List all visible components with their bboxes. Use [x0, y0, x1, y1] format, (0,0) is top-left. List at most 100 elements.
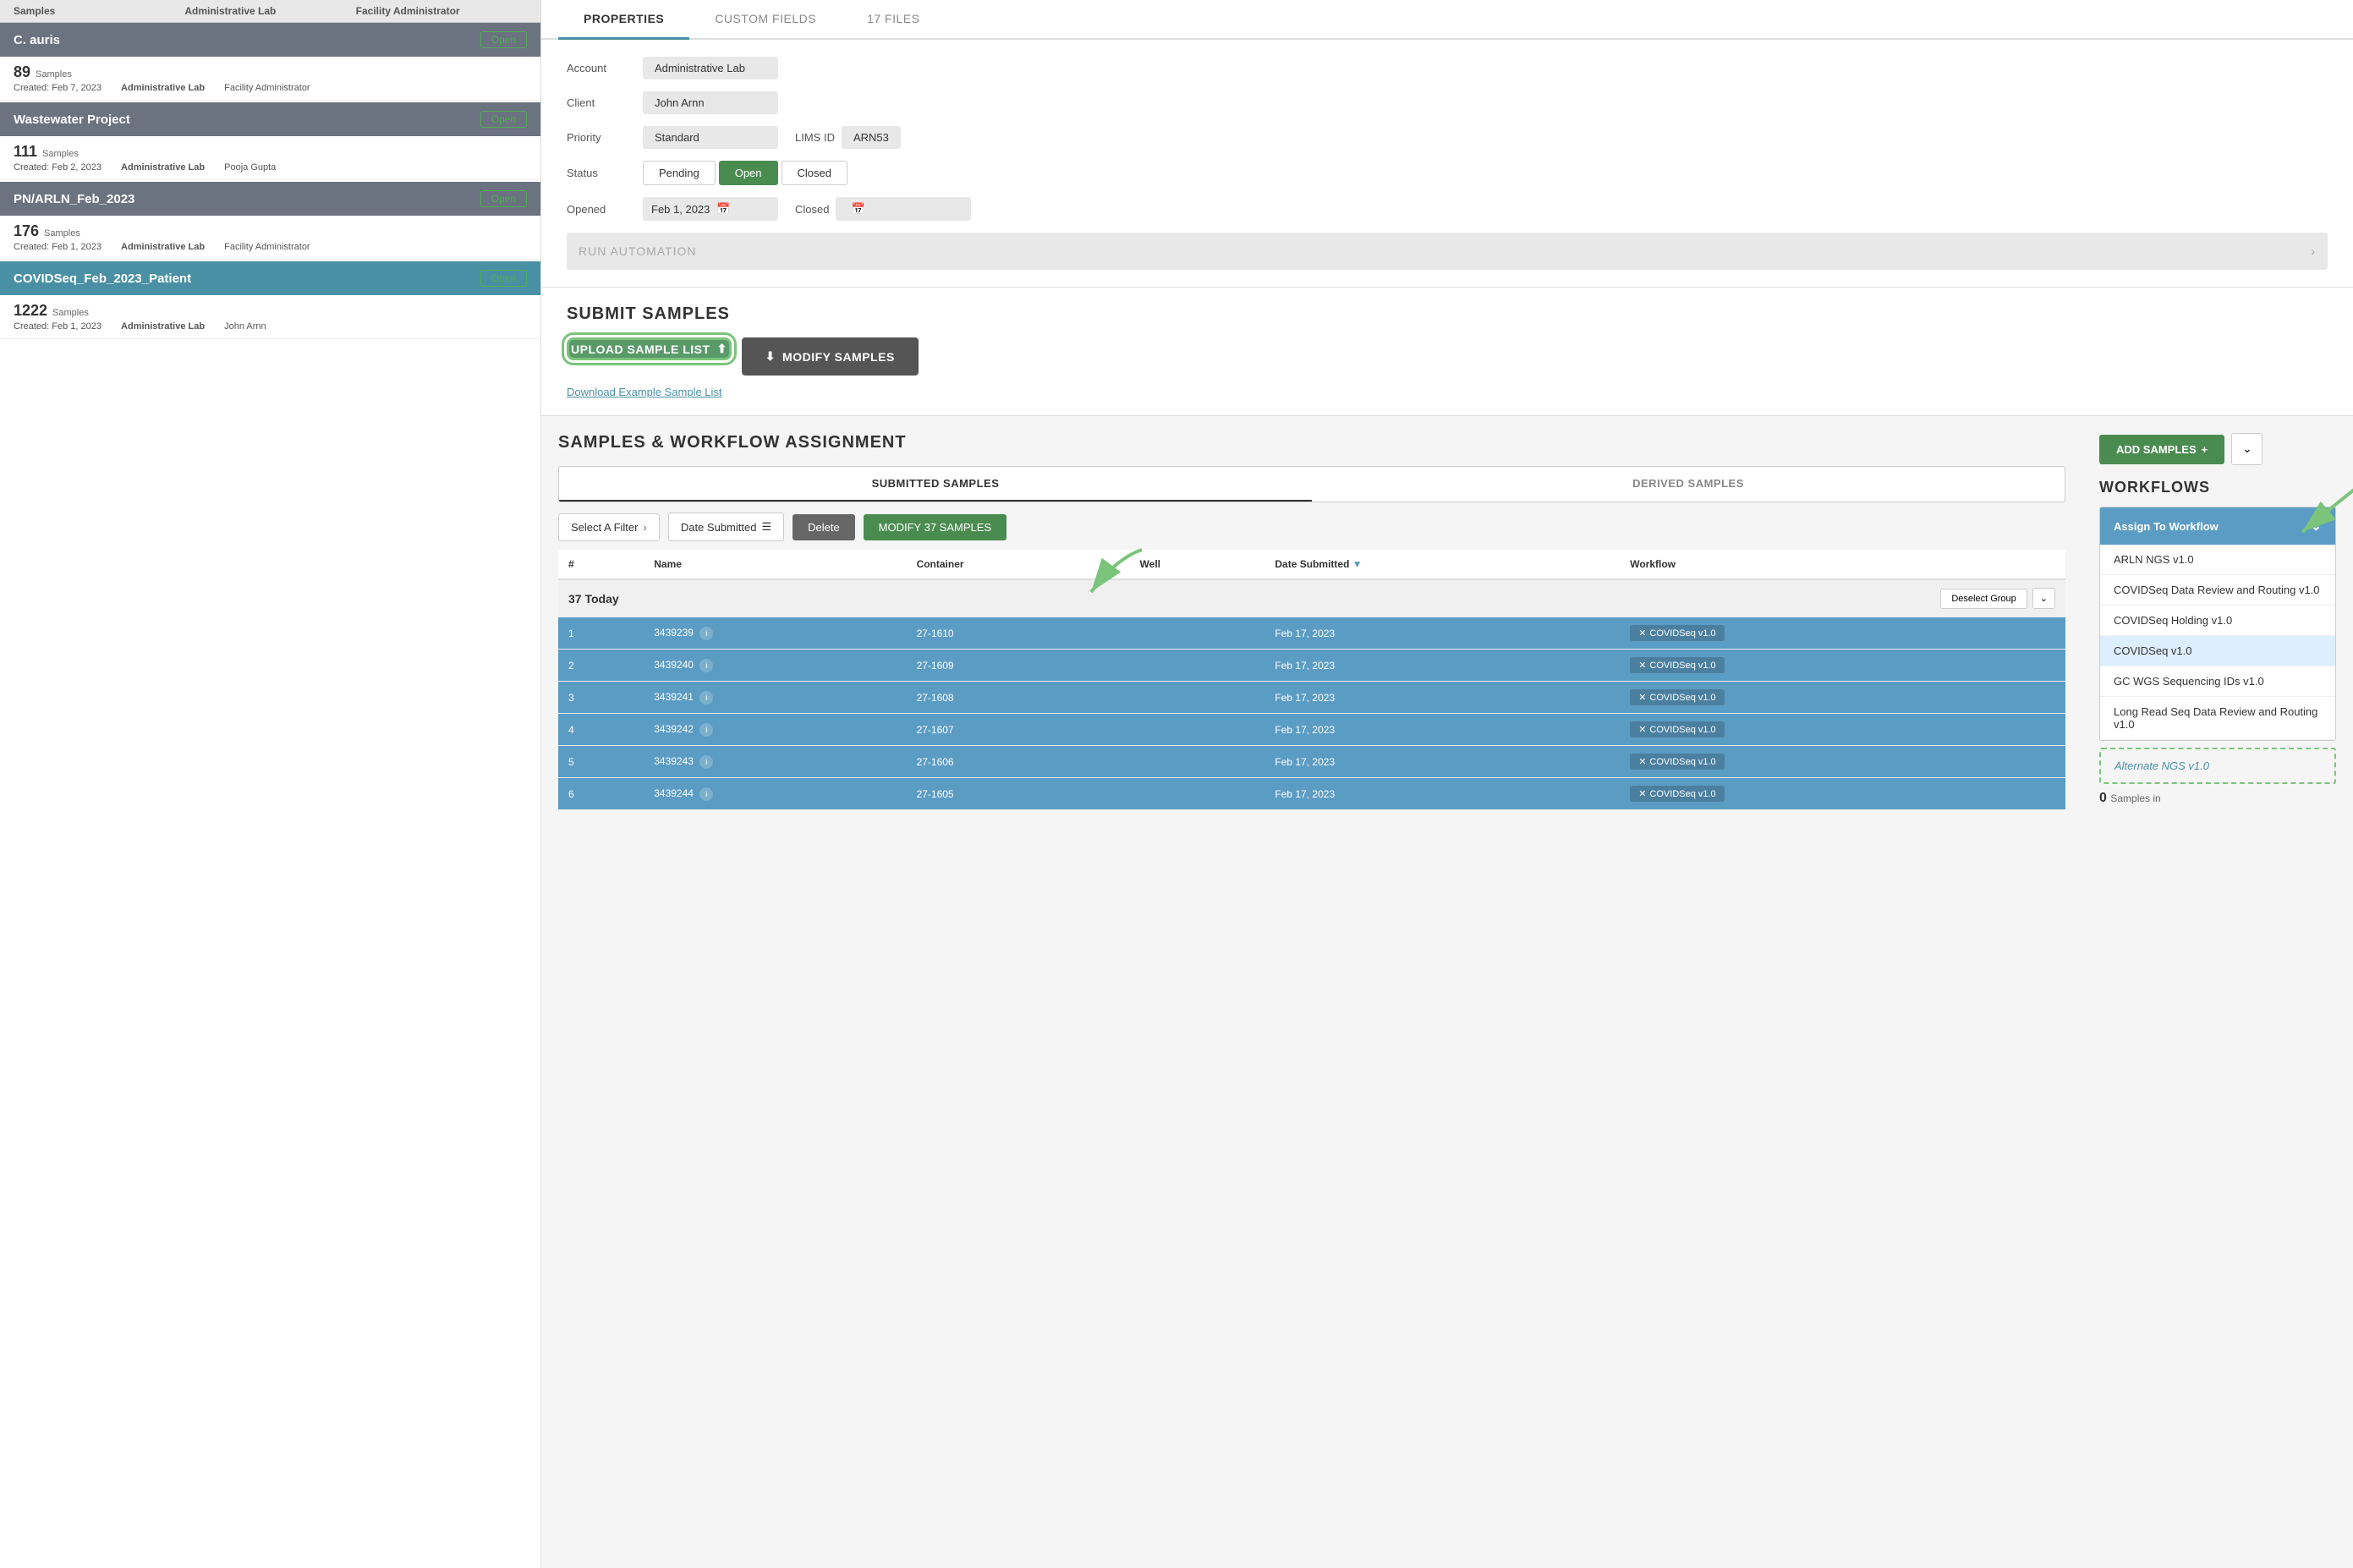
filter-icon: ☰ — [761, 520, 771, 534]
opened-date-field[interactable]: Feb 1, 2023 📅 — [643, 197, 778, 221]
cell-well — [1130, 778, 1265, 810]
upload-sample-list-btn[interactable]: UPLOAD SAMPLE LIST ⬆ — [567, 337, 732, 360]
lab-cauris: Administrative Lab — [121, 83, 205, 93]
cell-workflow: ✕ COVIDSeq v1.0 — [1620, 650, 2065, 682]
workflow-item-gc-wgs[interactable]: GC WGS Sequencing IDs v1.0 — [2100, 666, 2335, 697]
workflow-name: COVIDSeq v1.0 — [1649, 757, 1715, 767]
table-row[interactable]: 5 3439243 i 27-1606 Feb 17, 2023 — [558, 746, 2065, 778]
table-row[interactable]: 6 3439244 i 27-1605 Feb 17, 2023 — [558, 778, 2065, 810]
table-row[interactable]: 2 3439240 i 27-1609 Feb 17, 2023 — [558, 650, 2065, 682]
project-header-covidseq[interactable]: COVIDSeq_Feb_2023_Patient Open — [0, 261, 540, 295]
info-icon[interactable]: i — [699, 659, 713, 672]
closed-date-field[interactable]: 📅 — [836, 197, 971, 221]
cell-name: 3439239 i — [644, 617, 906, 650]
cell-workflow: ✕ COVIDSeq v1.0 — [1620, 617, 2065, 650]
info-icon[interactable]: i — [699, 755, 713, 769]
chevron-right-icon: › — [2311, 244, 2316, 258]
calendar-icon-closed: 📅 — [851, 202, 864, 216]
info-icon[interactable]: i — [699, 723, 713, 737]
date-filter[interactable]: Date Submitted ☰ — [668, 513, 784, 541]
tab-custom-fields[interactable]: CUSTOM FIELDS — [689, 0, 842, 40]
header-admin-lab: Administrative Lab — [184, 5, 355, 17]
workflow-item-covidseq-holding[interactable]: COVIDSeq Holding v1.0 — [2100, 606, 2335, 636]
project-details-wastewater: 111 Samples Created: Feb 2, 2023 Adminis… — [0, 136, 540, 180]
created-covidseq: Created: Feb 1, 2023 — [14, 321, 101, 332]
workflow-remove-icon[interactable]: ✕ — [1638, 692, 1646, 703]
submit-section: SUBMIT SAMPLES UPLOAD SAMPLE LIST ⬆ ⬇ MO… — [541, 288, 2353, 416]
workflow-remove-icon[interactable]: ✕ — [1638, 628, 1646, 639]
table-row[interactable]: 3 3439241 i 27-1608 Feb 17, 2023 — [558, 682, 2065, 714]
priority-label: Priority — [567, 131, 643, 144]
filter-row: Select A Filter › Date Submitted ☰ Delet… — [558, 513, 2065, 541]
info-icon[interactable]: i — [699, 691, 713, 705]
cell-container: 27-1607 — [907, 714, 1130, 746]
info-icon[interactable]: i — [699, 787, 713, 801]
collapse-btn[interactable]: ⌄ — [2231, 433, 2262, 465]
status-pending-btn[interactable]: Pending — [643, 161, 716, 185]
status-open-btn[interactable]: Open — [719, 161, 778, 185]
workflow-badge: ✕ COVIDSeq v1.0 — [1630, 689, 1724, 705]
cell-date: Feb 17, 2023 — [1264, 617, 1620, 650]
samples-count-covidseq: 1222 — [14, 302, 47, 320]
workflow-dropdown-header[interactable]: Assign To Workflow ⌄ — [2100, 507, 2335, 545]
workflow-item-arln[interactable]: ARLN NGS v1.0 — [2100, 545, 2335, 575]
lab-wastewater: Administrative Lab — [121, 162, 205, 173]
properties-section: Account Administrative Lab Client John A… — [541, 40, 2353, 288]
delete-btn[interactable]: Delete — [793, 514, 855, 540]
cell-date: Feb 17, 2023 — [1264, 682, 1620, 714]
workflow-dropdown: Assign To Workflow ⌄ ARLN NGS v1.0 COVID… — [2099, 507, 2336, 741]
closed-label: Closed — [795, 203, 829, 216]
project-details-cauris: 89 Samples Created: Feb 7, 2023 Administ… — [0, 57, 540, 101]
workflows-title: WORKFLOWS — [2099, 479, 2336, 496]
workflow-name: COVIDSeq v1.0 — [1649, 661, 1715, 671]
workflow-remove-icon[interactable]: ✕ — [1638, 756, 1646, 767]
add-samples-btn[interactable]: ADD SAMPLES + — [2099, 435, 2224, 464]
cell-date: Feb 17, 2023 — [1264, 650, 1620, 682]
col-date-submitted: Date Submitted ▼ — [1264, 550, 1620, 579]
status-closed-btn[interactable]: Closed — [782, 161, 847, 185]
workflow-item-covidseq[interactable]: COVIDSeq v1.0 — [2100, 636, 2335, 666]
workflow-badge: ✕ COVIDSeq v1.0 — [1630, 786, 1724, 802]
cell-workflow: ✕ COVIDSeq v1.0 — [1620, 714, 2065, 746]
info-icon[interactable]: i — [699, 627, 713, 640]
project-details-pnarln: 176 Samples Created: Feb 1, 2023 Adminis… — [0, 216, 540, 260]
tab-files[interactable]: 17 FILES — [842, 0, 945, 40]
project-header-cauris[interactable]: C. auris Open — [0, 23, 540, 57]
account-label: Account — [567, 62, 643, 74]
table-row[interactable]: 4 3439242 i 27-1607 Feb 17, 2023 — [558, 714, 2065, 746]
tab-properties[interactable]: PROPERTIES — [558, 0, 689, 40]
modify-samples-btn[interactable]: ⬇ MODIFY SAMPLES — [742, 337, 919, 376]
filter-placeholder: Select A Filter — [571, 521, 638, 534]
modify-37-samples-btn[interactable]: MODIFY 37 SAMPLES — [864, 514, 1006, 540]
date-filter-label: Date Submitted — [681, 521, 757, 534]
project-header-pnarln[interactable]: PN/ARLN_Feb_2023 Open — [0, 182, 540, 216]
col-well: Well — [1130, 550, 1265, 579]
workflow-badge: ✕ COVIDSeq v1.0 — [1630, 754, 1724, 770]
deselect-group-btn[interactable]: Deselect Group — [1940, 589, 2027, 609]
workflow-remove-icon[interactable]: ✕ — [1638, 660, 1646, 671]
samples-label-pnarln: Samples — [44, 228, 80, 238]
workflow-remove-icon[interactable]: ✕ — [1638, 724, 1646, 735]
cell-name: 3439243 i — [644, 746, 906, 778]
alternate-ngs-box[interactable]: Alternate NGS v1.0 — [2099, 748, 2336, 784]
table-row[interactable]: 1 3439239 i 27-1610 Feb 17, 2023 — [558, 617, 2065, 650]
cell-date: Feb 17, 2023 — [1264, 714, 1620, 746]
sub-tab-submitted[interactable]: SUBMITTED SAMPLES — [559, 467, 1312, 502]
run-automation-btn[interactable]: RUN AUTOMATION › — [567, 233, 2328, 270]
workflow-item-long-read[interactable]: Long Read Seq Data Review and Routing v1… — [2100, 697, 2335, 740]
expand-group-btn[interactable]: ⌄ — [2032, 588, 2055, 609]
workflow-remove-icon[interactable]: ✕ — [1638, 788, 1646, 799]
client-value: John Arnn — [643, 91, 778, 114]
workflow-name: COVIDSeq v1.0 — [1649, 693, 1715, 703]
workflow-name: COVIDSeq v1.0 — [1649, 628, 1715, 639]
cell-well — [1130, 714, 1265, 746]
sub-tab-derived[interactable]: DERIVED SAMPLES — [1312, 467, 2065, 502]
samples-label-covidseq: Samples — [52, 308, 89, 318]
download-example-link[interactable]: Download Example Sample List — [567, 386, 722, 398]
workflow-badge: ✕ COVIDSeq v1.0 — [1630, 657, 1724, 673]
filter-select[interactable]: Select A Filter › — [558, 513, 660, 541]
workflow-item-covidseq-review[interactable]: COVIDSeq Data Review and Routing v1.0 — [2100, 575, 2335, 606]
cell-num: 5 — [558, 746, 644, 778]
project-header-wastewater[interactable]: Wastewater Project Open — [0, 102, 540, 136]
cell-container: 27-1606 — [907, 746, 1130, 778]
